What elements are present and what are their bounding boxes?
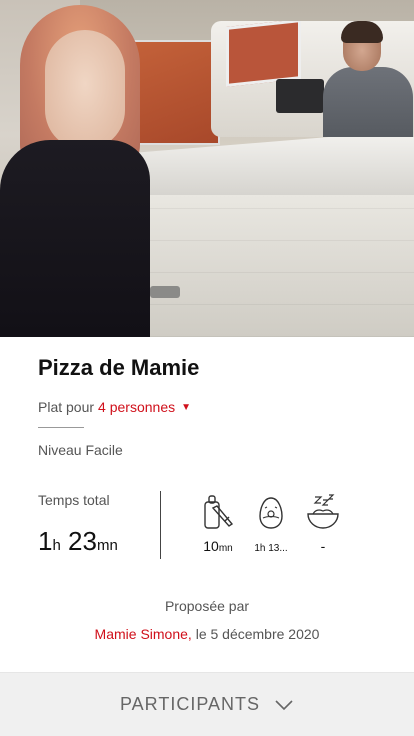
kitchen-wall	[130, 195, 414, 337]
total-time: Temps total 1h 23mn	[38, 492, 118, 557]
rest-time-value: -	[320, 538, 326, 554]
prep-value: 10	[203, 538, 219, 554]
participants-label: PARTICIPANTS	[119, 694, 261, 714]
prep-time: 10mn	[193, 494, 243, 554]
woman-face	[45, 30, 125, 150]
author-link[interactable]: Mamie Simone,	[95, 626, 192, 642]
vertical-divider	[160, 491, 161, 559]
prep-unit: mn	[218, 543, 233, 554]
caret-down-icon[interactable]: ▼	[181, 402, 191, 413]
serving-count[interactable]: 4 personnes	[98, 399, 175, 415]
cook-minutes: 13...	[268, 543, 288, 554]
cutting-board-knife-icon	[204, 495, 234, 529]
pip-person-hair	[341, 21, 383, 43]
pip-appliance	[276, 79, 324, 113]
proposed-by-label: Proposée par	[164, 598, 250, 614]
chevron-down-icon[interactable]	[274, 699, 294, 711]
egg-timer-icon	[259, 497, 283, 529]
total-time-value: 1h 23mn	[38, 526, 118, 557]
author-line: Mamie Simone, le 5 décembre 2020	[0, 626, 414, 642]
cook-time-value: 1h 13...	[246, 538, 296, 554]
participant-woman	[0, 0, 160, 337]
self-video-pip[interactable]	[211, 21, 414, 137]
recipe-title: Pizza de Mamie	[38, 355, 200, 380]
rest-time: -	[298, 494, 348, 554]
total-hours: 1	[38, 526, 53, 556]
woman-body	[0, 140, 150, 337]
participants-toggle[interactable]: PARTICIPANTS	[0, 672, 414, 736]
main-video-feed[interactable]	[0, 0, 414, 337]
divider	[38, 427, 84, 428]
total-minutes: 23	[68, 526, 97, 556]
serving-prefix: Plat pour	[38, 399, 95, 415]
total-minutes-unit: mn	[96, 537, 118, 554]
cook-time: 1h 13...	[246, 494, 296, 554]
proposal-date: le 5 décembre 2020	[191, 626, 320, 642]
total-time-label: Temps total	[38, 492, 110, 508]
pip-person-body	[323, 67, 413, 137]
recipe-details: Pizza de Mamie Plat pour 4 personnes ▼ N…	[0, 337, 414, 672]
total-hours-unit: h	[52, 537, 61, 554]
bowl-sleep-icon	[307, 494, 339, 529]
difficulty-level: Niveau Facile	[38, 442, 123, 458]
pip-cabinet	[226, 21, 301, 87]
serving-selector[interactable]: Plat pour 4 personnes ▼	[38, 399, 191, 415]
prep-time-value: 10mn	[193, 538, 243, 554]
